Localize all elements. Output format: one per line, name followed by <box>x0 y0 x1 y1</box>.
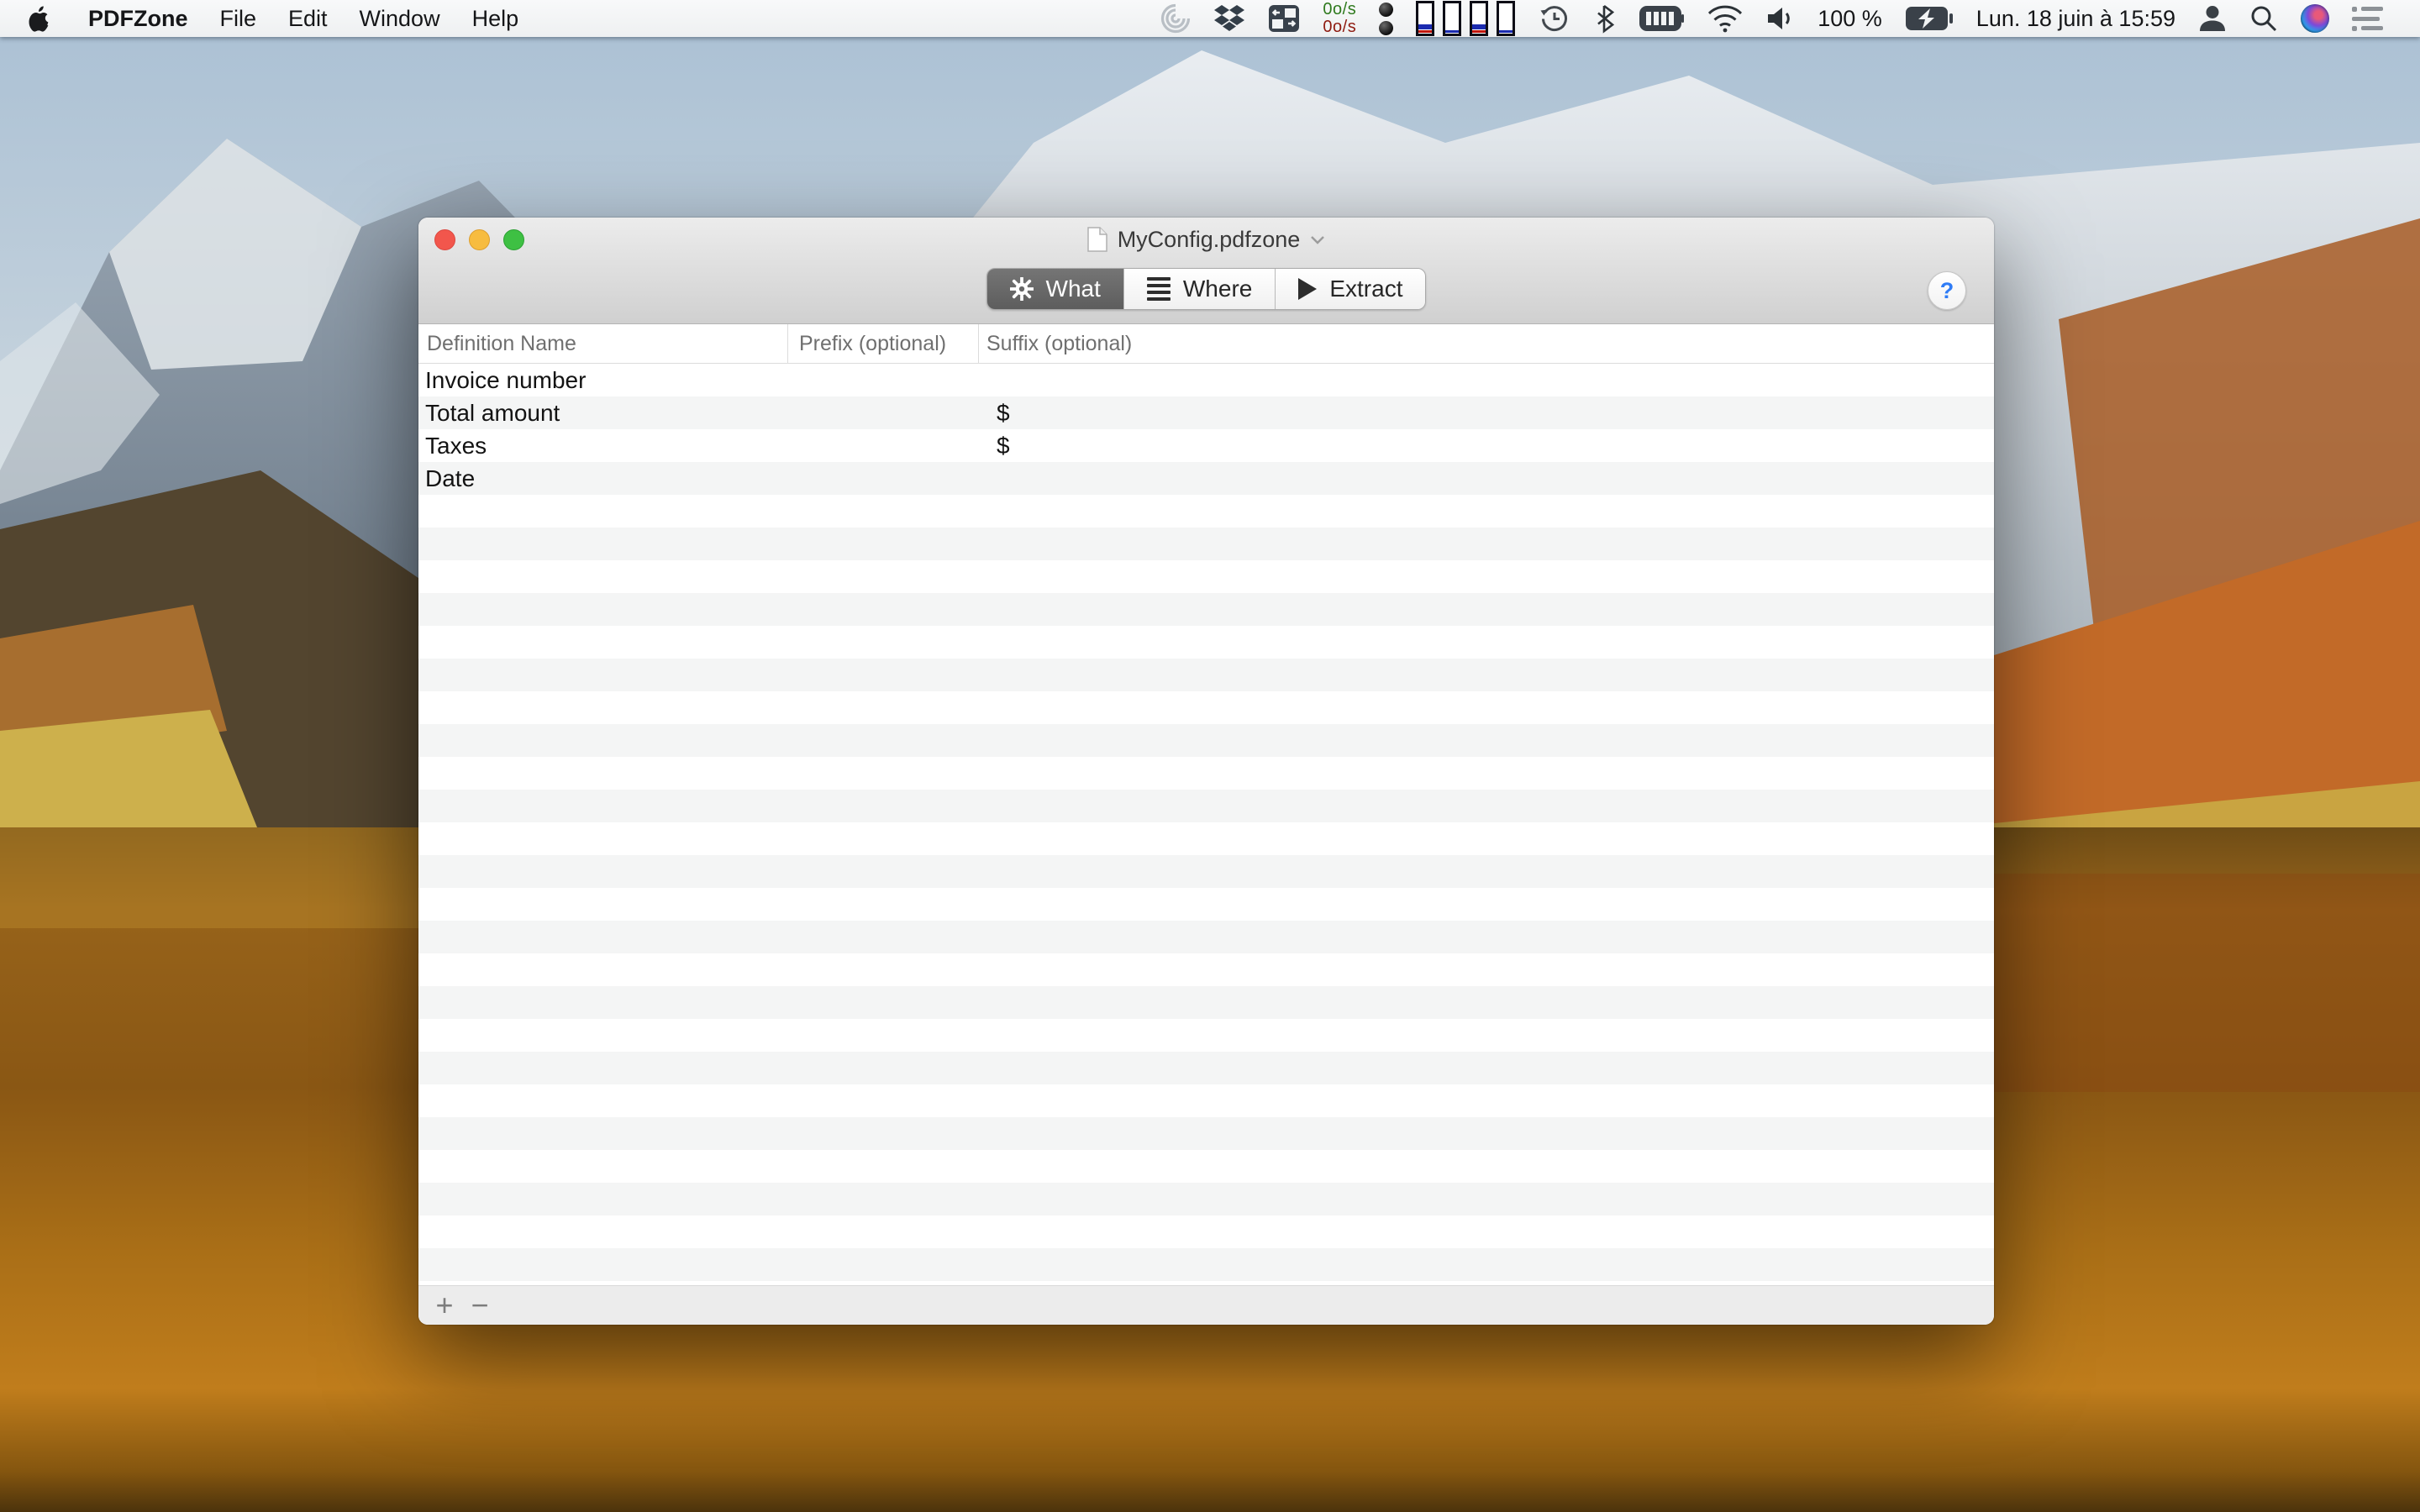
table-body: Invoice number Total amount $ Taxes $ Date <box>418 364 1994 1285</box>
cell-name: Taxes <box>425 432 487 459</box>
gear-icon <box>1009 277 1034 301</box>
menu-bar-left: PDFZone File Edit Window Help <box>0 6 534 32</box>
add-row-button[interactable]: + <box>427 1288 462 1323</box>
remove-row-button[interactable]: − <box>462 1288 497 1323</box>
table-row[interactable]: Total amount $ <box>418 396 1994 429</box>
table-row[interactable]: Date <box>418 462 1994 495</box>
dropbox-icon[interactable] <box>1213 3 1245 34</box>
empty-row <box>418 659 1994 691</box>
menu-bar: PDFZone File Edit Window Help 0o/s 0o/s … <box>0 0 2420 37</box>
notification-center-icon[interactable] <box>2352 6 2383 31</box>
menu-bar-clock[interactable]: Lun. 18 juin à 15:59 <box>1976 6 2175 32</box>
network-down-speed: 0o/s <box>1323 0 1357 18</box>
cell-name: Total amount <box>425 399 560 426</box>
empty-row <box>418 822 1994 855</box>
title-bar[interactable]: MyConfig.pdfzone <box>418 218 1994 261</box>
pdfzone-window: MyConfig.pdfzone What Where Extract ? De… <box>418 218 1994 1325</box>
menu-item-edit[interactable]: Edit <box>272 6 344 32</box>
empty-row <box>418 1183 1994 1215</box>
empty-row <box>418 1084 1994 1117</box>
empty-row <box>418 757 1994 790</box>
empty-row <box>418 790 1994 822</box>
lines-icon <box>1146 277 1171 301</box>
zoom-button[interactable] <box>503 229 524 250</box>
toolbar: What Where Extract <box>418 261 1994 323</box>
empty-row <box>418 528 1994 560</box>
empty-row <box>418 1150 1994 1183</box>
menu-dots-icon[interactable] <box>1379 2 1394 35</box>
empty-row <box>418 1117 1994 1150</box>
empty-row <box>418 691 1994 724</box>
empty-row <box>418 495 1994 528</box>
table-header: Definition Name Prefix (optional) Suffix… <box>418 324 1994 364</box>
cell-suffix: $ <box>997 432 1010 459</box>
menu-item-help[interactable]: Help <box>456 6 535 32</box>
network-up-speed: 0o/s <box>1323 18 1357 36</box>
empty-row <box>418 953 1994 986</box>
help-label: ? <box>1939 277 1954 303</box>
table-row[interactable]: Taxes $ <box>418 429 1994 462</box>
window-chrome: MyConfig.pdfzone What Where Extract ? <box>418 218 1994 324</box>
cell-name: Invoice number <box>425 366 587 393</box>
wifi-icon[interactable] <box>1707 4 1744 33</box>
apple-icon <box>29 5 49 32</box>
window-title: MyConfig.pdfzone <box>1117 226 1301 252</box>
chevron-down-icon[interactable] <box>1310 235 1325 244</box>
table-footer: + − <box>418 1285 1994 1325</box>
empty-row <box>418 724 1994 757</box>
spiral-icon[interactable] <box>1160 3 1191 34</box>
search-icon[interactable] <box>2249 4 2278 33</box>
empty-row <box>418 855 1994 888</box>
battery-charging-icon[interactable] <box>1905 5 1954 32</box>
time-machine-icon[interactable] <box>1538 2 1571 35</box>
stat-gauges-icon[interactable] <box>1416 1 1516 36</box>
document-icon[interactable] <box>1086 227 1107 252</box>
volume-icon[interactable] <box>1766 5 1795 32</box>
tab-where[interactable]: Where <box>1123 269 1276 309</box>
tab-what[interactable]: What <box>986 269 1123 309</box>
tab-where-label: Where <box>1182 276 1253 302</box>
bluetooth-icon[interactable] <box>1594 3 1616 34</box>
view-segmented-control: What Where Extract <box>986 268 1427 310</box>
tab-extract-label: Extract <box>1329 276 1403 302</box>
empty-row <box>418 1052 1994 1084</box>
table-row[interactable]: Invoice number <box>418 364 1994 396</box>
menu-bar-status: 0o/s 0o/s 100 % Lun. 18 juin à 15:59 <box>1160 1 2420 36</box>
siri-icon[interactable] <box>2301 4 2329 33</box>
cell-name: Date <box>425 465 476 491</box>
tab-what-label: What <box>1045 276 1101 302</box>
close-button[interactable] <box>434 229 455 250</box>
empty-row <box>418 560 1994 593</box>
empty-row <box>418 1215 1994 1248</box>
empty-row <box>418 1019 1994 1052</box>
user-icon[interactable] <box>2198 4 2227 33</box>
empty-row <box>418 888 1994 921</box>
empty-row <box>418 593 1994 626</box>
empty-row <box>418 921 1994 953</box>
apple-menu[interactable] <box>24 5 71 32</box>
minimize-button[interactable] <box>469 229 490 250</box>
window-manager-icon[interactable] <box>1268 4 1300 33</box>
column-header-prefix[interactable]: Prefix (optional) <box>788 324 979 363</box>
network-speed-indicator[interactable]: 0o/s 0o/s <box>1323 1 1356 36</box>
column-header-suffix[interactable]: Suffix (optional) <box>979 324 1994 363</box>
empty-row <box>418 986 1994 1019</box>
battery-percent: 100 % <box>1818 5 1882 31</box>
cell-suffix: $ <box>997 399 1010 426</box>
menu-item-appname[interactable]: PDFZone <box>71 6 204 32</box>
desktop: PDFZone File Edit Window Help 0o/s 0o/s … <box>0 0 2420 1512</box>
help-button[interactable]: ? <box>1928 271 1966 310</box>
column-header-definition-name[interactable]: Definition Name <box>418 324 788 363</box>
play-icon <box>1298 278 1318 300</box>
menu-item-window[interactable]: Window <box>344 6 456 32</box>
battery-gauge-icon[interactable] <box>1639 5 1685 32</box>
empty-row <box>418 1248 1994 1281</box>
empty-row <box>418 626 1994 659</box>
tab-extract[interactable]: Extract <box>1275 269 1426 309</box>
traffic-lights <box>434 229 524 250</box>
menu-item-file[interactable]: File <box>204 6 273 32</box>
